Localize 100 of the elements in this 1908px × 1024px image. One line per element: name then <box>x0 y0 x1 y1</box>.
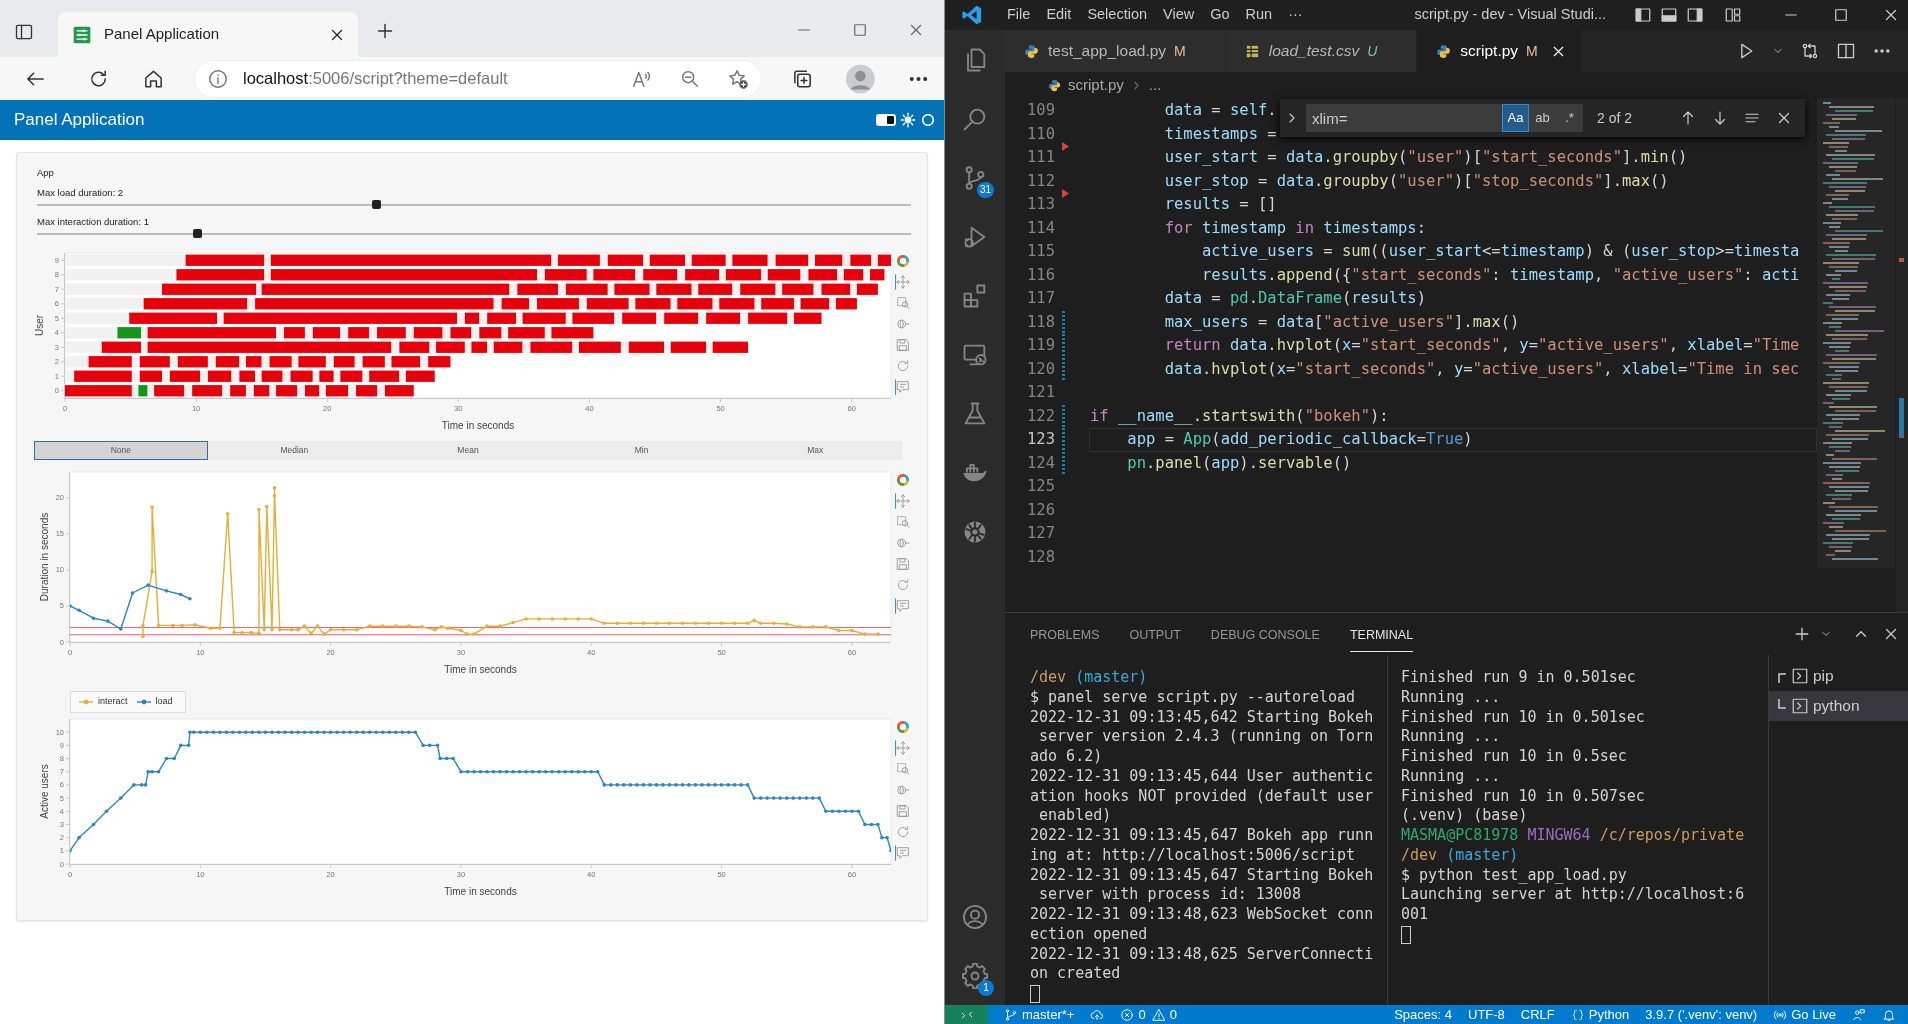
line-number: 125 <box>1026 476 1055 498</box>
terminal-line: Finished run 10 in 0.507sec <box>1401 786 1646 807</box>
terminal-list-item[interactable]: python <box>1769 691 1908 721</box>
toggle-button[interactable]: Median <box>207 441 382 460</box>
git-status: U <box>1367 41 1378 61</box>
terminal-line: 001 <box>1401 905 1430 925</box>
menu-item[interactable]: File <box>999 4 1039 26</box>
line-number: 119 <box>1026 335 1055 357</box>
status-item[interactable]: Spaces: 4 <box>1394 1004 1452 1024</box>
status-item[interactable]: Python <box>1570 1004 1630 1024</box>
terminal-line: Launching server at http://localhost:6 <box>1401 885 1746 905</box>
menu-item[interactable]: Selection <box>1079 4 1156 26</box>
editor-tab[interactable]: script.py M <box>1417 30 1582 72</box>
panel-tab[interactable]: DEBUG CONSOLE <box>1210 615 1320 653</box>
legend-label: load <box>155 695 173 709</box>
browser-tab[interactable]: Panel Application <box>58 12 358 57</box>
terminal-line: Running ... <box>1401 727 1502 747</box>
git-status: M <box>1526 41 1538 61</box>
line-number: 112 <box>1026 170 1055 192</box>
terminal-line: Finished run 9 in 0.501sec <box>1401 668 1637 688</box>
code-line: data = self. <box>1163 100 1278 121</box>
code-line: timestamps = <box>1163 123 1278 145</box>
terminal-line: $ python test_app_load.py <box>1401 865 1628 886</box>
find-field[interactable]: xlim= <box>1306 104 1502 132</box>
panel-tab[interactable]: PROBLEMS <box>1030 615 1100 653</box>
code-line: max_users = data["active_users"].max() <box>1163 311 1521 333</box>
axis-title: Duration in seconds <box>39 512 50 602</box>
menu-item[interactable]: View <box>1155 4 1203 26</box>
badge: 31 <box>976 182 994 198</box>
section-title: App <box>37 167 55 179</box>
status-item[interactable]: 3.9.7 ('.venv': venv) <box>1645 1004 1758 1024</box>
terminal-line: $ panel serve script.py --autoreload <box>1030 687 1357 708</box>
axis-title: Time in seconds <box>441 420 515 431</box>
slider-label: Max load duration: 2 <box>37 187 125 199</box>
line-number: 122 <box>1026 405 1055 427</box>
toggle-button[interactable]: Max <box>728 441 902 460</box>
line-number: 117 <box>1026 288 1055 310</box>
toggle-button[interactable]: Min <box>554 441 729 460</box>
menu-item[interactable]: Go <box>1202 4 1238 26</box>
terminal-list-item[interactable]: pip <box>1769 661 1908 691</box>
menu-item[interactable]: Edit <box>1038 4 1080 26</box>
find-option-button[interactable]: .* <box>1556 104 1583 132</box>
editor-tab[interactable]: load_test.csv U <box>1225 30 1418 72</box>
status-item[interactable]: 0 <box>1120 1004 1146 1024</box>
terminal-line: 2022-12-31 09:13:48,623 WebSocket conn <box>1030 905 1375 925</box>
line-number: 126 <box>1026 499 1055 521</box>
terminal-line: Finished run 10 in 0.5sec <box>1401 747 1628 767</box>
terminal-line: 2022-12-31 09:13:48,625 ServerConnecti <box>1030 944 1375 965</box>
line-number: 114 <box>1026 217 1055 239</box>
terminal-line: /dev (master) <box>1030 668 1149 688</box>
line-number: 109 <box>1026 100 1055 122</box>
menu-item[interactable]: Run <box>1237 4 1281 26</box>
panel-tab[interactable]: OUTPUT <box>1129 615 1181 653</box>
git-status: M <box>1174 41 1186 61</box>
badge: 1 <box>978 980 994 996</box>
toggle-button[interactable]: None <box>34 441 208 460</box>
window-title: script.py - dev - Visual Studi... <box>1414 5 1606 25</box>
line-number: 123 <box>1026 429 1055 451</box>
code-line: return data.hvplot(x="start_seconds", y="active_users", xlabel="Time <box>1163 335 1801 356</box>
terminal-line: /dev (master) <box>1401 845 1520 866</box>
code-line: user_stop = data.groupby("user")["stop_seconds"].max() <box>1163 170 1670 192</box>
axis-title: User <box>34 314 45 337</box>
status-item[interactable]: UTF-8 <box>1468 1004 1505 1024</box>
editor-tab[interactable]: test_app_load.py M <box>1005 30 1226 72</box>
panel-tab[interactable]: TERMINAL <box>1349 615 1414 653</box>
terminal-line: ation hooks NOT provided (default user <box>1030 786 1375 807</box>
line-number: 120 <box>1026 358 1055 380</box>
terminal-line: ection opened <box>1030 924 1149 945</box>
axis-title: Time in seconds <box>444 664 517 675</box>
status-item[interactable]: CRLF <box>1520 1004 1555 1024</box>
line-number: 124 <box>1026 452 1055 474</box>
status-item[interactable]: master*+ <box>1004 1004 1075 1024</box>
breadcrumb-item[interactable]: script.py <box>1068 73 1124 97</box>
breadcrumb-item[interactable]: ... <box>1148 73 1162 97</box>
legend-label: interact <box>98 695 128 709</box>
axis-title: Active users <box>39 764 50 819</box>
axis-title: Time in seconds <box>444 886 517 897</box>
code-line: active_users = sum((user_start<=timestamp) & (user_stop>=timesta <box>1200 241 1801 262</box>
terminal-line: (.venv) (base) <box>1401 806 1529 826</box>
menu-item[interactable]: ··· <box>1280 4 1311 26</box>
toggle-button[interactable]: Mean <box>381 441 555 460</box>
line-number: 116 <box>1026 264 1055 286</box>
terminal-line: enabled) <box>1038 806 1113 826</box>
code-line: results = [] <box>1163 194 1278 215</box>
terminal-line: 2022-12-31 09:13:45,647 Bokeh app runn <box>1030 826 1375 846</box>
find-option-button[interactable]: ab <box>1529 104 1556 132</box>
code-line: data = pd.DataFrame(results) <box>1163 288 1427 309</box>
terminal-line: Finished run 10 in 0.501sec <box>1401 707 1646 728</box>
line-number: 121 <box>1026 382 1055 404</box>
code-line: for timestamp in timestamps: <box>1163 217 1427 239</box>
terminal-line: server with process id: 13008 <box>1038 885 1302 905</box>
address-field[interactable]: localhost:5006/script?theme=default <box>195 60 762 97</box>
terminal-line: 2022-12-31 09:13:45,642 Starting Bokeh <box>1030 707 1375 728</box>
find-option-button[interactable]: Aa <box>1502 104 1529 132</box>
terminal-line: server version 2.4.3 (running on Torn <box>1038 727 1375 747</box>
line-number: 113 <box>1026 194 1055 216</box>
terminal-line: Running ... <box>1401 766 1502 787</box>
status-item[interactable]: 0 <box>1151 1004 1177 1024</box>
status-item[interactable]: Go Live <box>1773 1004 1836 1024</box>
terminal-line: 2022-12-31 09:13:45,647 Starting Bokeh <box>1030 865 1375 886</box>
